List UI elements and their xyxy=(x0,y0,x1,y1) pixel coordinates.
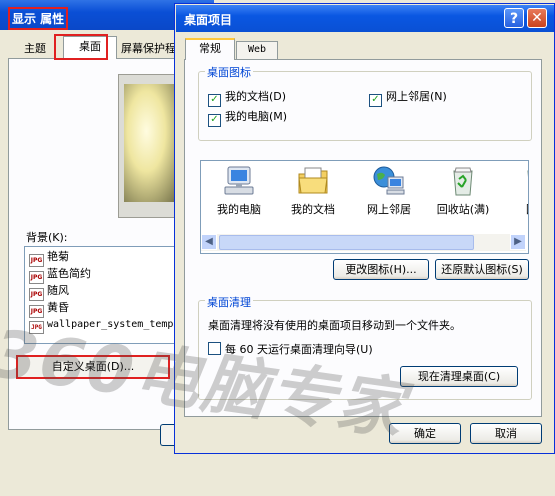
desktop-items-title: 桌面项目 xyxy=(184,13,233,27)
recycle-bin-empty-icon xyxy=(520,165,528,197)
cleanup-wizard-checkbox[interactable]: 每 60 天运行桌面清理向导(U) xyxy=(208,342,373,356)
help-button[interactable]: ? xyxy=(504,8,524,28)
list-item[interactable]: JPG wallpaper_system_temp xyxy=(29,317,173,334)
list-item[interactable]: JPG 艳菊 xyxy=(29,249,69,267)
display-properties-title: 显示 属性 xyxy=(8,7,69,30)
restore-default-button[interactable]: 还原默认图标(S) xyxy=(435,259,529,280)
tab-web[interactable]: Web xyxy=(236,41,278,59)
desktop-cleanup-group-title: 桌面清理 xyxy=(205,294,253,310)
background-list[interactable]: JPG 艳菊 JPG 蓝色简约 JPG 随风 JPG 黄昏 JPG wallpaper_s… xyxy=(24,246,176,344)
scroll-left-icon[interactable]: ◀ xyxy=(201,234,217,250)
list-item[interactable]: 回收站(满) xyxy=(427,165,499,217)
desktop-icons-group xyxy=(198,71,532,141)
list-item[interactable]: JPG 随风 xyxy=(29,283,69,301)
desktop-icons-group-title: 桌面图标 xyxy=(205,64,253,80)
cancel-button[interactable]: 取消 xyxy=(470,423,542,444)
checkbox-box[interactable] xyxy=(208,342,221,355)
monitor-preview-screen xyxy=(124,84,180,202)
checkbox-box[interactable]: ✓ xyxy=(208,94,221,107)
change-icon-button[interactable]: 更改图标(H)... xyxy=(333,259,429,280)
tab-general[interactable]: 常规 xyxy=(185,38,235,60)
list-item[interactable]: JPG 黄昏 xyxy=(29,300,69,318)
cleanup-now-button[interactable]: 现在清理桌面(C) xyxy=(400,366,518,387)
network-places-icon xyxy=(372,165,406,197)
my-computer-icon xyxy=(222,165,256,197)
desktop-tab-highlight xyxy=(54,34,108,60)
scroll-right-icon[interactable]: ▶ xyxy=(510,234,526,250)
desktop-items-titlebar[interactable] xyxy=(176,5,554,32)
checkbox-box[interactable]: ✓ xyxy=(369,94,382,107)
list-item[interactable]: 我的电脑 xyxy=(203,165,275,217)
cleanup-description: 桌面清理将没有使用的桌面项目移动到一个文件夹。 xyxy=(208,319,461,332)
my-computer-checkbox[interactable]: ✓ 我的电脑(M) xyxy=(208,110,287,127)
my-documents-checkbox[interactable]: ✓ 我的文档(D) xyxy=(208,90,286,107)
list-item[interactable]: 我的文档 xyxy=(277,165,349,217)
ok-button[interactable]: 确定 xyxy=(389,423,461,444)
list-item[interactable]: 网上邻居 xyxy=(353,165,425,217)
scroll-thumb[interactable] xyxy=(219,235,474,250)
background-label: 背景(K): xyxy=(26,231,68,244)
list-item[interactable]: JPG 蓝色简约 xyxy=(29,266,91,284)
customize-desktop-button[interactable]: 自定义桌面(D)... xyxy=(16,355,170,379)
list-item[interactable]: 回收 xyxy=(501,165,528,217)
recycle-bin-full-icon xyxy=(446,165,480,197)
jpeg-file-icon: JPG xyxy=(29,321,44,334)
network-places-checkbox[interactable]: ✓ 网上邻居(N) xyxy=(369,90,447,107)
my-documents-icon xyxy=(296,165,330,197)
tab-themes[interactable]: 主题 xyxy=(24,40,46,58)
close-button[interactable]: ✕ xyxy=(527,8,547,28)
checkbox-box[interactable]: ✓ xyxy=(208,114,221,127)
